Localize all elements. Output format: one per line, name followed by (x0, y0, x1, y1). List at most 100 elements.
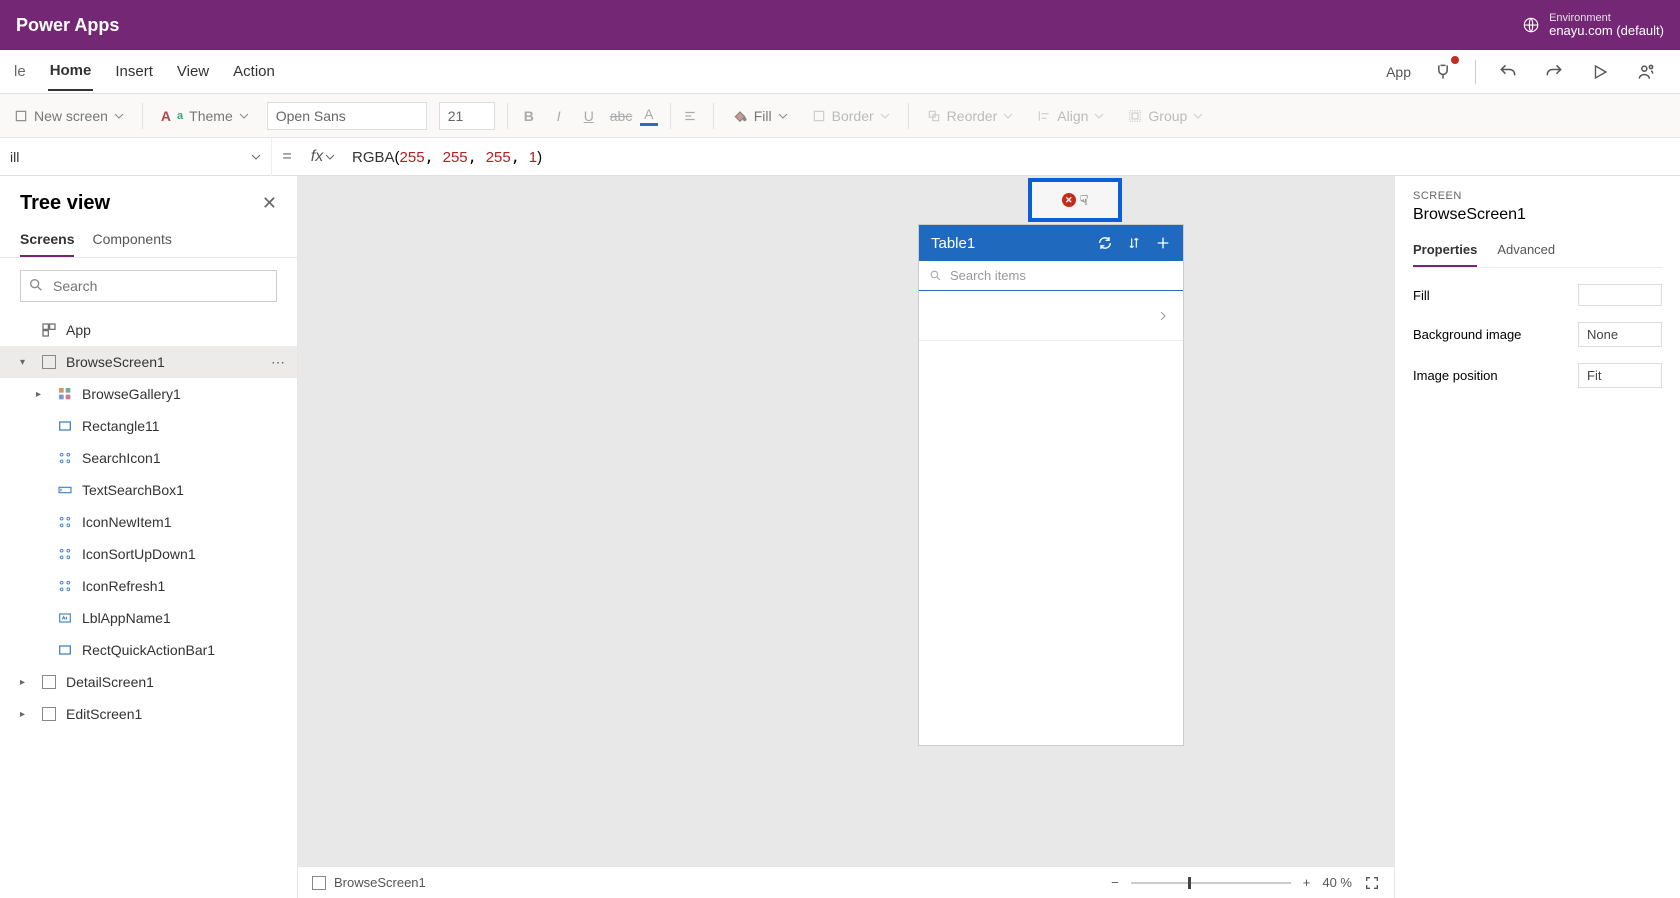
tree-item-textsearchbox1[interactable]: TextSearchBox1 (0, 474, 297, 506)
app-preview-row[interactable] (919, 291, 1183, 341)
menu-action[interactable]: Action (231, 53, 277, 90)
tree-item-iconrefresh1[interactable]: IconRefresh1 (0, 570, 297, 602)
align-icon[interactable] (683, 109, 701, 123)
strikethrough-icon[interactable]: abc (610, 108, 628, 124)
zoom-slider[interactable] (1131, 882, 1291, 884)
font-family-input[interactable] (267, 102, 427, 130)
theme-button[interactable]: Aa Theme (155, 104, 255, 128)
zoom-level: 40 % (1322, 875, 1352, 890)
bg-image-value[interactable]: None (1578, 322, 1662, 347)
menu-file[interactable]: le (12, 53, 28, 90)
tree-item-browsegallery1[interactable]: ▸BrowseGallery1 (0, 378, 297, 410)
chevron-down-icon (325, 152, 335, 162)
new-screen-label: New screen (34, 108, 108, 124)
tree-item-label: DetailScreen1 (66, 674, 154, 690)
tree-item-editscreen1[interactable]: ▸EditScreen1 (0, 698, 297, 730)
environment-name: enayu.com (default) (1549, 24, 1664, 38)
refresh-icon[interactable] (1097, 235, 1113, 251)
underline-icon[interactable]: U (580, 108, 598, 124)
menu-insert[interactable]: Insert (113, 53, 155, 90)
reorder-label: Reorder (947, 108, 998, 124)
props-section-label: SCREEN (1413, 190, 1662, 202)
selection-box[interactable]: ✕ ☟ (1028, 178, 1122, 222)
tree-item-lblappname1[interactable]: LblAppName1 (0, 602, 297, 634)
tree-item-detailscreen1[interactable]: ▸DetailScreen1 (0, 666, 297, 698)
app-preview-search[interactable]: Search items (919, 261, 1183, 291)
bold-icon[interactable]: B (520, 108, 538, 124)
icon-icon (56, 513, 74, 531)
chevron-down-icon (114, 111, 124, 121)
app-title: Power Apps (16, 15, 119, 36)
align-button[interactable]: Align (1031, 104, 1110, 128)
tree-item-iconnewitem1[interactable]: IconNewItem1 (0, 506, 297, 538)
screen-icon (40, 673, 58, 691)
tree-search-input[interactable] (20, 270, 277, 302)
globe-icon (1521, 15, 1541, 35)
breadcrumb[interactable]: BrowseScreen1 (334, 875, 426, 890)
formula-input[interactable]: RGBA(255, 255, 255, 1) (344, 148, 542, 166)
chevron-down-icon (778, 111, 788, 121)
chevron-down-icon (251, 152, 261, 162)
app-preview-title: Table1 (931, 235, 975, 252)
icon-icon (56, 449, 74, 467)
font-color-icon[interactable]: A (640, 106, 658, 126)
canvas-footer: BrowseScreen1 − + 40 % (298, 866, 1394, 898)
undo-icon[interactable] (1494, 58, 1522, 86)
tab-components[interactable]: Components (92, 223, 171, 257)
tree-item-label: IconSortUpDown1 (82, 546, 196, 562)
formula-function: RGBA (352, 149, 395, 166)
font-size-input[interactable] (439, 102, 495, 130)
italic-icon[interactable]: I (550, 108, 568, 124)
tree-item-label: RectQuickActionBar1 (82, 642, 215, 658)
tree-item-label: App (66, 322, 91, 338)
fill-label: Fill (754, 108, 772, 124)
app-icon (40, 321, 58, 339)
toolbar: New screen Aa Theme B I U abc A Fill Bor… (0, 94, 1680, 138)
tree-item-rectquickactionbar1[interactable]: RectQuickActionBar1 (0, 634, 297, 666)
property-selector[interactable]: ill (0, 138, 272, 176)
tree-item-app[interactable]: App (0, 314, 297, 346)
tree-item-searchicon1[interactable]: SearchIcon1 (0, 442, 297, 474)
border-button[interactable]: Border (806, 104, 896, 128)
fill-color-swatch[interactable] (1578, 284, 1662, 306)
tab-advanced[interactable]: Advanced (1497, 236, 1555, 267)
group-button[interactable]: Group (1122, 104, 1209, 128)
plus-icon[interactable] (1155, 235, 1171, 251)
textbox-icon (56, 481, 74, 499)
zoom-out-icon[interactable]: − (1111, 875, 1119, 890)
more-icon[interactable]: ⋯ (271, 354, 285, 371)
align-label: Align (1057, 108, 1088, 124)
screen-icon (312, 876, 326, 890)
label-icon (56, 609, 74, 627)
play-icon[interactable] (1586, 58, 1614, 86)
img-pos-value[interactable]: Fit (1578, 363, 1662, 388)
error-icon[interactable]: ✕ (1062, 193, 1076, 207)
redo-icon[interactable] (1540, 58, 1568, 86)
separator (908, 103, 909, 129)
theme-label: Theme (189, 108, 233, 124)
menu-view[interactable]: View (175, 53, 211, 90)
environment-picker[interactable]: Environment enayu.com (default) (1521, 12, 1664, 38)
app-preview[interactable]: Table1 Search items (918, 224, 1184, 746)
tree-item-iconsortupdown1[interactable]: IconSortUpDown1 (0, 538, 297, 570)
tab-properties[interactable]: Properties (1413, 236, 1477, 267)
fx-icon[interactable]: fx (302, 148, 344, 166)
fill-button[interactable]: Fill (726, 104, 794, 128)
chevron-right-icon (1157, 309, 1169, 323)
close-icon[interactable]: ✕ (262, 193, 277, 214)
share-icon[interactable] (1632, 58, 1660, 86)
zoom-in-icon[interactable]: + (1303, 875, 1311, 890)
tab-screens[interactable]: Screens (20, 223, 74, 257)
canvas-stage[interactable]: Table1 Search items ✕ ☟ (298, 176, 1394, 866)
app-checker-icon[interactable] (1429, 58, 1457, 86)
sort-icon[interactable] (1127, 235, 1141, 251)
tree-item-label: Rectangle11 (82, 418, 160, 434)
new-screen-button[interactable]: New screen (8, 104, 130, 128)
tree-item-browsescreen1[interactable]: ▾BrowseScreen1⋯ (0, 346, 297, 378)
app-selector[interactable]: App (1386, 64, 1411, 80)
menu-home[interactable]: Home (48, 52, 94, 91)
reorder-button[interactable]: Reorder (921, 104, 1020, 128)
fit-icon[interactable] (1364, 875, 1380, 891)
tree-item-rectangle11[interactable]: Rectangle11 (0, 410, 297, 442)
separator (713, 103, 714, 129)
